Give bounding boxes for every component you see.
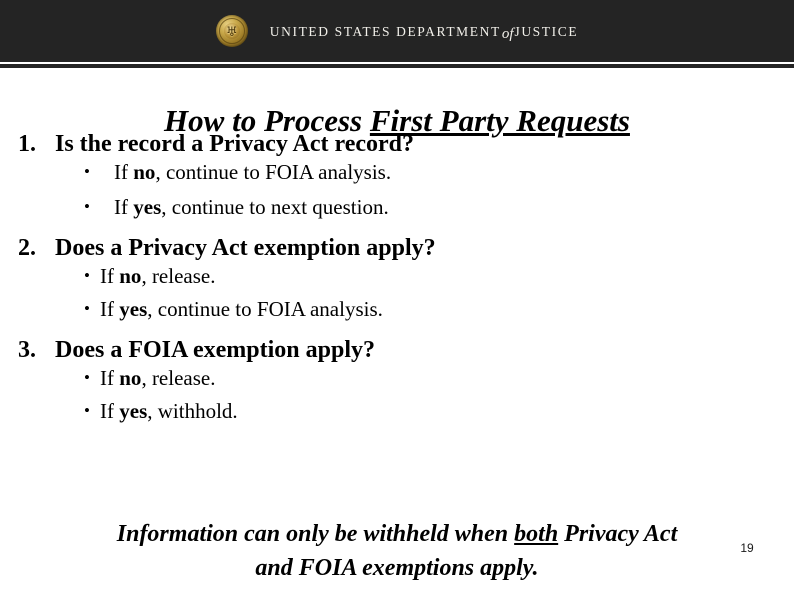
header-content: ♅ UNITED STATES DEPARTMENTofJUSTICE: [0, 0, 794, 62]
question-list: 1. Is the record a Privacy Act record? • I…: [0, 130, 794, 426]
question-line: 1. Is the record a Privacy Act record?: [0, 130, 794, 159]
answer-branch-item: • If yes, continue to next question.: [0, 187, 794, 221]
conclusion-part1: Information can only be withheld when: [116, 521, 515, 547]
question-block: 2. Does a Privacy Act exemption apply? • I…: [0, 221, 794, 324]
answer-emphasis: no: [119, 264, 142, 289]
answer-emphasis: yes: [119, 297, 148, 322]
answer-branch-item: • If no, release.: [0, 263, 794, 290]
answer-branch-item: • If yes, withhold.: [0, 392, 794, 425]
answer-emphasis: no: [119, 365, 142, 390]
question-text: Does a Privacy Act exemption apply?: [55, 234, 436, 261]
answer-prefix: If: [114, 160, 134, 185]
conclusion-statement: Information can only be withheld when bo…: [97, 518, 697, 585]
question-number: 2.: [18, 234, 36, 261]
bullet-icon: •: [84, 266, 90, 286]
answer-prefix: If: [100, 297, 120, 322]
answer-branch-item: • If yes, continue to FOIA analysis.: [0, 290, 794, 323]
answer-branch-item: • If no, release.: [0, 365, 794, 392]
doj-seal-icon: ♅: [215, 15, 248, 47]
seal-eagle-icon: ♅: [225, 23, 238, 39]
answer-emphasis: yes: [133, 194, 162, 219]
wordmark-justice-text: JUSTICE: [514, 24, 579, 39]
question-text: Is the record a Privacy Act record?: [55, 131, 415, 157]
bullet-icon: •: [84, 367, 90, 387]
answer-prefix: If: [114, 194, 134, 219]
bullet-icon: •: [84, 401, 90, 421]
answer-suffix: , continue to FOIA analysis.: [155, 160, 392, 185]
answer-suffix: , continue to FOIA analysis.: [147, 297, 383, 322]
wordmark-department-text: UNITED STATES DEPARTMENT: [269, 24, 501, 39]
doj-wordmark: UNITED STATES DEPARTMENTofJUSTICE: [269, 22, 579, 42]
question-line: 2. Does a Privacy Act exemption apply?: [0, 234, 794, 263]
answer-suffix: , release.: [141, 365, 216, 390]
question-text: Does a FOIA exemption apply?: [55, 336, 376, 363]
answer-suffix: , continue to next question.: [161, 194, 389, 219]
bullet-icon: •: [84, 162, 90, 182]
answer-branch-item: • If no, continue to FOIA analysis.: [0, 159, 794, 186]
header-banner: ♅ UNITED STATES DEPARTMENTofJUSTICE: [0, 0, 794, 62]
question-block: 3. Does a FOIA exemption apply? • If no, r…: [0, 324, 794, 426]
bullet-icon: •: [84, 196, 90, 216]
question-number: 1.: [18, 131, 36, 157]
conclusion-underlined-word: both: [514, 521, 559, 547]
answer-prefix: If: [100, 264, 120, 289]
wordmark-of-text: of: [501, 26, 514, 42]
page-number: 19: [740, 541, 754, 555]
answer-prefix: If: [100, 399, 120, 424]
header-divider-rule: [0, 64, 794, 68]
answer-emphasis: yes: [119, 399, 148, 424]
answer-suffix: , withhold.: [147, 399, 238, 424]
question-number: 3.: [18, 336, 36, 363]
question-line: 3. Does a FOIA exemption apply?: [0, 336, 794, 365]
answer-emphasis: no: [133, 160, 156, 185]
answer-prefix: If: [100, 365, 120, 390]
answer-suffix: , release.: [141, 264, 216, 289]
question-block: 1. Is the record a Privacy Act record? • I…: [0, 130, 794, 221]
bullet-icon: •: [84, 299, 90, 319]
